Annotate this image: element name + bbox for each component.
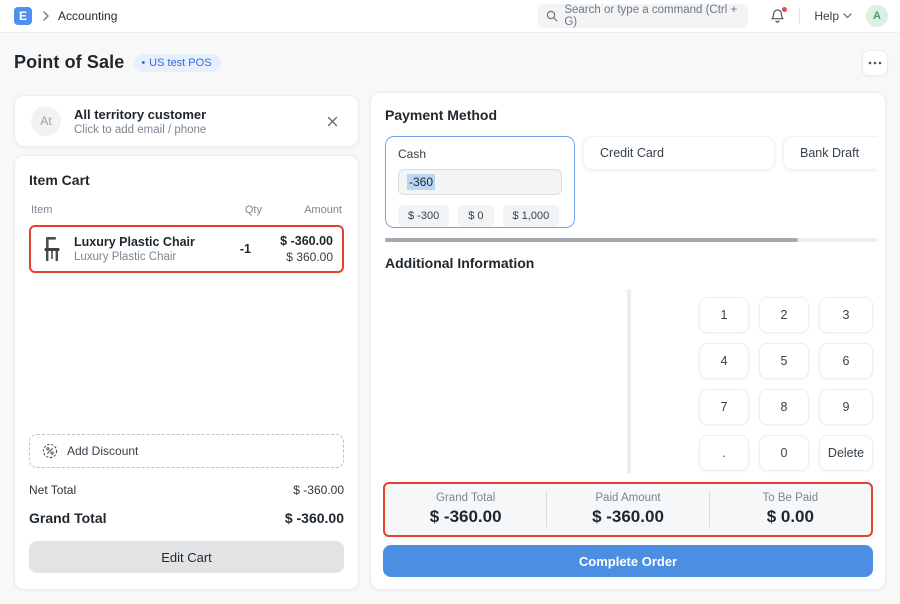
summary-paid-amount-value: $ -360.00 bbox=[547, 507, 708, 527]
summary-paid-amount-label: Paid Amount bbox=[547, 492, 708, 504]
numpad-key-0[interactable]: 0 bbox=[759, 435, 809, 471]
numpad-key-dot[interactable]: . bbox=[699, 435, 749, 471]
chevron-right-icon bbox=[42, 11, 50, 21]
net-total-row: Net Total $ -360.00 bbox=[29, 483, 344, 497]
item-description: Luxury Plastic Chair bbox=[74, 251, 221, 263]
payment-method-bank-draft[interactable]: Bank Draft bbox=[783, 136, 877, 170]
search-input[interactable]: Search or type a command (Ctrl + G) bbox=[538, 4, 748, 28]
divider bbox=[799, 8, 800, 24]
numpad-key-5[interactable]: 5 bbox=[759, 343, 809, 379]
grand-total-value: $ -360.00 bbox=[285, 510, 344, 526]
complete-order-button[interactable]: Complete Order bbox=[383, 545, 873, 577]
help-label: Help bbox=[814, 9, 839, 23]
badge-label: US test POS bbox=[149, 57, 211, 69]
cash-shortcut-3[interactable]: $ 1,000 bbox=[503, 205, 560, 227]
payment-method-credit-card[interactable]: Credit Card bbox=[583, 136, 775, 170]
notifications-button[interactable] bbox=[770, 8, 785, 24]
chevron-down-icon bbox=[843, 13, 852, 19]
payment-method-cash[interactable]: Cash -360 $ -300 $ 0 $ 1,000 bbox=[385, 136, 575, 228]
customer-contact-hint[interactable]: Click to add email / phone bbox=[74, 124, 206, 136]
item-qty: -1 bbox=[221, 242, 251, 256]
cash-amount-value: -360 bbox=[407, 174, 435, 190]
payment-panel: Payment Method Cash -360 $ -300 $ 0 $ 1,… bbox=[370, 92, 886, 590]
summary-paid-amount: Paid Amount $ -360.00 bbox=[546, 492, 708, 527]
order-totals-summary: Grand Total $ -360.00 Paid Amount $ -360… bbox=[383, 482, 873, 537]
search-placeholder: Search or type a command (Ctrl + G) bbox=[564, 4, 740, 28]
grand-total-row: Grand Total $ -360.00 bbox=[29, 510, 344, 526]
numpad-key-8[interactable]: 8 bbox=[759, 389, 809, 425]
discount-icon bbox=[42, 443, 58, 459]
close-icon bbox=[327, 116, 338, 127]
additional-information-title: Additional Information bbox=[385, 255, 871, 271]
horizontal-scrollbar-thumb[interactable] bbox=[385, 238, 798, 242]
badge-dot: • bbox=[141, 57, 145, 69]
numpad-key-4[interactable]: 4 bbox=[699, 343, 749, 379]
item-cart-panel: Item Cart Item Qty Amount Luxury Plastic… bbox=[14, 155, 359, 590]
remove-customer-button[interactable] bbox=[323, 112, 342, 131]
column-item: Item bbox=[31, 204, 224, 216]
vertical-scrollbar[interactable] bbox=[627, 289, 631, 474]
payment-methods-row: Cash -360 $ -300 $ 0 $ 1,000 Credit Card… bbox=[385, 136, 877, 228]
column-amount: Amount bbox=[276, 204, 342, 216]
edit-cart-button[interactable]: Edit Cart bbox=[29, 541, 344, 573]
summary-grand-total: Grand Total $ -360.00 bbox=[385, 492, 546, 527]
grand-total-label: Grand Total bbox=[29, 510, 107, 526]
page-title: Point of Sale bbox=[14, 52, 124, 73]
column-qty: Qty bbox=[224, 204, 262, 216]
user-avatar[interactable]: A bbox=[866, 5, 888, 27]
cart-column-headers: Item Qty Amount bbox=[29, 204, 344, 216]
numpad-key-2[interactable]: 2 bbox=[759, 297, 809, 333]
numpad: 1 2 3 4 5 6 7 8 9 . 0 Delete bbox=[699, 297, 873, 471]
numpad-key-1[interactable]: 1 bbox=[699, 297, 749, 333]
item-rate: $ 360.00 bbox=[261, 250, 333, 264]
customer-name: All territory customer bbox=[74, 107, 206, 122]
summary-to-be-paid: To Be Paid $ 0.00 bbox=[709, 492, 871, 527]
summary-grand-total-label: Grand Total bbox=[385, 492, 546, 504]
net-total-label: Net Total bbox=[29, 483, 76, 497]
numpad-key-9[interactable]: 9 bbox=[819, 389, 873, 425]
chair-item-icon bbox=[40, 236, 64, 262]
item-amount: $ -360.00 bbox=[261, 234, 333, 248]
ellipsis-icon bbox=[868, 61, 882, 65]
add-discount-label: Add Discount bbox=[67, 444, 138, 458]
pos-profile-badge[interactable]: • US test POS bbox=[134, 54, 220, 72]
summary-to-be-paid-value: $ 0.00 bbox=[710, 507, 871, 527]
cart-item-row[interactable]: Luxury Plastic Chair Luxury Plastic Chai… bbox=[29, 225, 344, 273]
cart-title: Item Cart bbox=[29, 172, 344, 188]
customer-card[interactable]: At All territory customer Click to add e… bbox=[14, 95, 359, 147]
app-logo[interactable]: E bbox=[14, 7, 32, 25]
page-menu-button[interactable] bbox=[862, 50, 888, 76]
summary-grand-total-value: $ -360.00 bbox=[385, 507, 546, 527]
item-name: Luxury Plastic Chair bbox=[74, 235, 221, 249]
cash-shortcut-1[interactable]: $ -300 bbox=[398, 205, 449, 227]
customer-avatar: At bbox=[31, 106, 61, 136]
cash-amount-input[interactable]: -360 bbox=[398, 169, 562, 195]
add-discount-button[interactable]: Add Discount bbox=[29, 434, 344, 468]
navbar: E Accounting Search or type a command (C… bbox=[0, 0, 900, 33]
cash-shortcut-2[interactable]: $ 0 bbox=[458, 205, 493, 227]
breadcrumb[interactable]: Accounting bbox=[58, 9, 117, 23]
summary-to-be-paid-label: To Be Paid bbox=[710, 492, 871, 504]
numpad-key-delete[interactable]: Delete bbox=[819, 435, 873, 471]
payment-method-title: Payment Method bbox=[385, 107, 871, 123]
numpad-key-6[interactable]: 6 bbox=[819, 343, 873, 379]
search-icon bbox=[546, 10, 558, 22]
numpad-key-3[interactable]: 3 bbox=[819, 297, 873, 333]
cash-label: Cash bbox=[398, 147, 562, 161]
help-menu[interactable]: Help bbox=[814, 9, 852, 23]
horizontal-scrollbar[interactable] bbox=[385, 238, 877, 242]
numpad-key-7[interactable]: 7 bbox=[699, 389, 749, 425]
net-total-value: $ -360.00 bbox=[293, 483, 344, 497]
notification-dot bbox=[782, 7, 787, 12]
